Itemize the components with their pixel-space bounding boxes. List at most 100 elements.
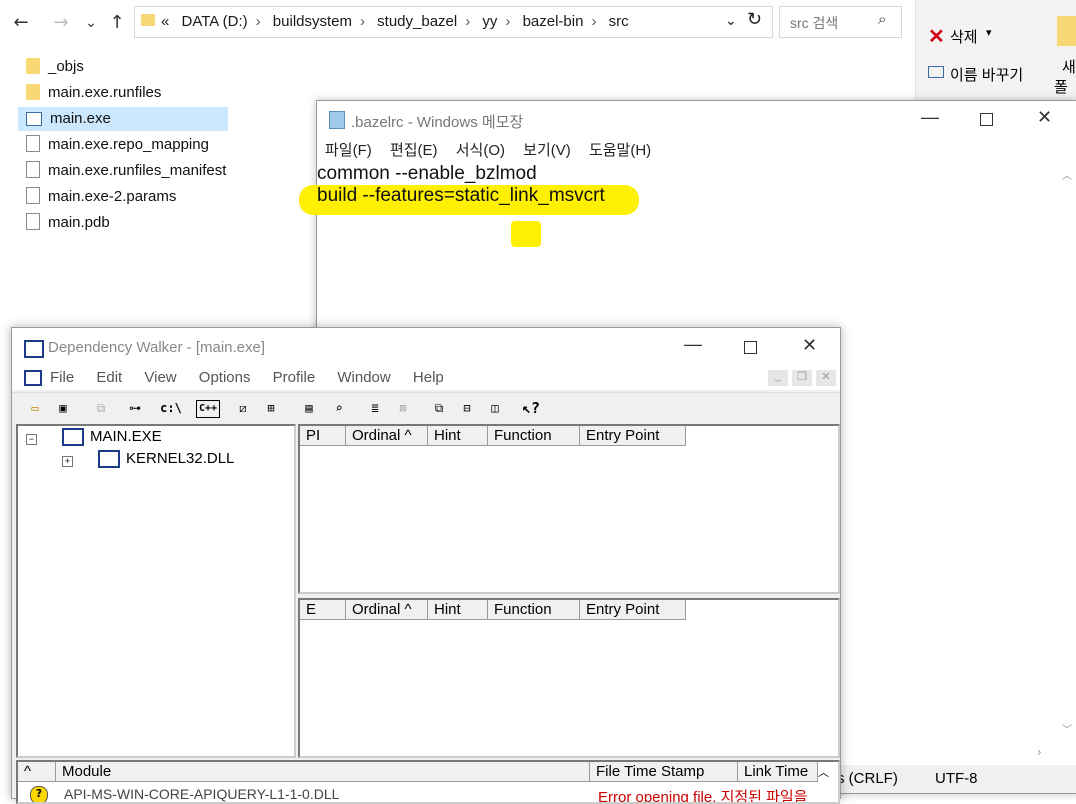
close-button[interactable]: ✕ — [802, 335, 817, 356]
minimize-button[interactable]: — — [684, 334, 702, 355]
column-header[interactable]: File Time Stamp — [590, 762, 738, 782]
column-header[interactable]: Ordinal ^ — [346, 426, 428, 446]
mdi-minimize-button[interactable]: _ — [768, 370, 788, 386]
minimize-button[interactable]: — — [921, 107, 939, 128]
scroll-up-icon[interactable]: ︿ — [1062, 167, 1072, 182]
up-button[interactable]: ↑ — [104, 10, 130, 36]
maximize-button[interactable] — [744, 341, 757, 354]
menu-file[interactable]: 파일(F) — [325, 142, 372, 159]
mdi-restore-button[interactable]: ❐ — [792, 370, 812, 386]
expand-icon[interactable]: + — [62, 456, 73, 467]
scroll-down-icon[interactable]: ﹀ — [1062, 721, 1072, 736]
module-tree-pane[interactable]: − MAIN.EXE + KERNEL32.DLL — [16, 424, 296, 758]
notepad-titlebar[interactable]: .bazelrc - Windows 메모장 — ✕ — [317, 101, 1076, 137]
breadcrumb-study-bazel[interactable]: study_bazel — [377, 13, 457, 30]
rename-button[interactable]: 이름 바꾸기 — [950, 64, 1023, 85]
properties-icon[interactable]: ⊞ — [260, 397, 282, 419]
depwalk-title: Dependency Walker - [main.exe] — [48, 339, 266, 356]
menu-file[interactable]: File — [50, 369, 74, 386]
list-item-selected[interactable]: main.exe — [18, 107, 228, 131]
refresh-icon[interactable]: ↻ — [747, 9, 762, 30]
breadcrumb-yy[interactable]: yy — [482, 13, 497, 30]
column-header[interactable]: Link Time — [738, 762, 818, 782]
collapse-icon[interactable]: − — [26, 434, 37, 445]
column-header[interactable]: Ordinal ^ — [346, 600, 428, 620]
text-line-2: build --features=static_link_msvcrt — [317, 185, 605, 206]
menu-view[interactable]: 보기(V) — [523, 142, 571, 159]
menu-help[interactable]: Help — [413, 369, 444, 386]
hierarchy-icon[interactable]: ⊶ — [124, 397, 146, 419]
column-header[interactable]: PI — [300, 426, 346, 446]
list-item[interactable]: main.exe.runfiles — [18, 81, 228, 105]
table-row[interactable]: ? API-MS-WIN-CORE-APIQUERY-L1-1-0.DLL Er… — [18, 784, 818, 802]
breadcrumb-data-drive[interactable]: DATA (D:) — [182, 13, 248, 30]
column-header[interactable]: Entry Point — [580, 426, 686, 446]
column-header[interactable]: ^ — [18, 762, 56, 782]
column-header[interactable]: Function — [488, 600, 580, 620]
context-help-icon[interactable]: ↖? — [520, 397, 542, 419]
copy-icon[interactable]: ⧉ — [90, 397, 112, 419]
menu-edit[interactable]: 편집(E) — [390, 142, 438, 159]
mdi-close-button[interactable]: ✕ — [816, 370, 836, 386]
scroll-up-icon[interactable]: ︿ — [818, 764, 829, 780]
cascade-icon[interactable]: ⧉ — [428, 397, 450, 419]
chart-icon[interactable]: ⧄ — [232, 397, 254, 419]
menu-view[interactable]: View — [144, 369, 176, 386]
forward-button[interactable]: → — [48, 10, 74, 36]
breadcrumb-buildsystem[interactable]: buildsystem — [273, 13, 352, 30]
module-error: Error opening file. 지정된 파일을 — [598, 789, 808, 802]
sort-icon[interactable]: ≣ — [364, 397, 386, 419]
clear-icon[interactable]: ⊠ — [392, 397, 414, 419]
new-folder-label-1[interactable]: 새 — [1062, 56, 1076, 77]
full-paths-button[interactable]: c:\ — [160, 397, 182, 419]
address-dropdown-icon[interactable]: ⌄ — [725, 12, 737, 29]
scroll-right-icon[interactable]: › — [1037, 745, 1042, 759]
back-button[interactable]: ← — [8, 10, 34, 36]
tile-vertical-icon[interactable]: ◫ — [484, 397, 506, 419]
list-item[interactable]: main.exe.runfiles_manifest — [18, 159, 258, 183]
column-header[interactable]: Hint — [428, 600, 488, 620]
module-list[interactable]: ^ Module File Time Stamp Link Time ︿ ? A… — [16, 760, 840, 804]
menu-options[interactable]: Options — [199, 369, 251, 386]
file-icon — [26, 135, 40, 152]
find-icon[interactable]: ⌕ — [328, 397, 350, 419]
menu-help[interactable]: 도움말(H) — [589, 142, 651, 159]
tree-node-main-exe[interactable]: MAIN.EXE — [90, 428, 162, 445]
menu-edit[interactable]: Edit — [96, 369, 122, 386]
notepad-text-area[interactable]: common --enable_bzlmod build --features=… — [317, 163, 1057, 207]
tree-node-kernel32[interactable]: KERNEL32.DLL — [126, 450, 234, 467]
recent-locations-button[interactable]: ⌄ — [78, 10, 104, 36]
list-item[interactable]: main.exe.repo_mapping — [18, 133, 228, 157]
list-item[interactable]: main.exe-2.params — [18, 185, 228, 209]
breadcrumb-bazel-bin[interactable]: bazel-bin — [523, 13, 584, 30]
search-icon: ⌕ — [878, 11, 887, 28]
depwalk-titlebar[interactable]: Dependency Walker - [main.exe] — ✕ — [12, 328, 840, 366]
breadcrumb-src[interactable]: src — [609, 13, 629, 30]
system-info-icon[interactable]: ▤ — [298, 397, 320, 419]
menu-format[interactable]: 서식(O) — [456, 142, 505, 159]
search-box[interactable]: src 검색 ⌕ — [779, 6, 902, 38]
column-header[interactable]: Function — [488, 426, 580, 446]
list-item[interactable]: _objs — [18, 55, 228, 79]
menu-window[interactable]: Window — [337, 369, 390, 386]
export-function-list[interactable]: E Ordinal ^ Hint Function Entry Point — [298, 598, 840, 758]
open-icon[interactable]: ▭ — [24, 397, 46, 419]
file-name: main.exe — [50, 110, 111, 127]
delete-button[interactable]: 삭제 — [950, 26, 978, 47]
column-header[interactable]: Entry Point — [580, 600, 686, 620]
import-function-list[interactable]: PI Ordinal ^ Hint Function Entry Point — [298, 424, 840, 594]
column-header[interactable]: Hint — [428, 426, 488, 446]
menu-profile[interactable]: Profile — [273, 369, 316, 386]
list-item[interactable]: main.pdb — [18, 211, 228, 235]
close-button[interactable]: ✕ — [1037, 107, 1052, 128]
save-icon[interactable]: ▣ — [52, 397, 74, 419]
column-header[interactable]: E — [300, 600, 346, 620]
address-bar[interactable]: « DATA (D:) › buildsystem › study_bazel › y… — [134, 6, 773, 38]
column-header[interactable]: Module — [56, 762, 590, 782]
undecorate-cpp-button[interactable]: C++ — [196, 400, 220, 418]
delete-dropdown-icon[interactable]: ▾ — [986, 26, 992, 39]
tile-horizontal-icon[interactable]: ⊟ — [456, 397, 478, 419]
vertical-scrollbar[interactable]: ︿ ﹀ — [1059, 163, 1076, 743]
maximize-button[interactable] — [980, 113, 993, 126]
address-chevron[interactable]: « — [161, 13, 169, 30]
